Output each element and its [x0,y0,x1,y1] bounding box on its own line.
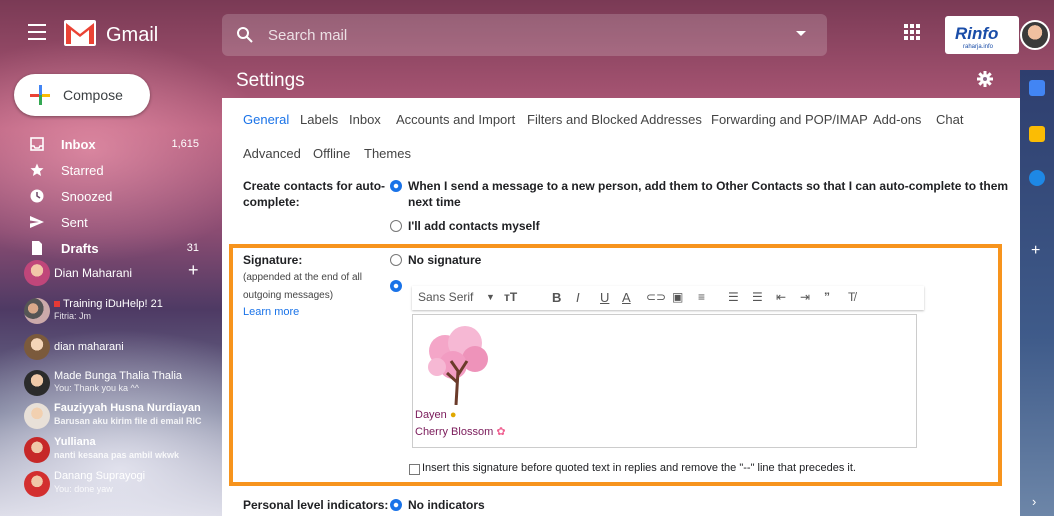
auto-add-contacts-text-2: next time [408,195,461,209]
gmail-logo-icon[interactable] [64,20,96,46]
tab-add-ons[interactable]: Add-ons [873,112,921,127]
brand-logo-subtext: raharja.info [963,44,994,50]
sidebar-item-snoozed[interactable]: Snoozed [0,184,215,210]
brand-logo[interactable]: Rinfo raharja.info [945,16,1019,54]
sidebar-item-label: Snoozed [61,189,113,204]
contact-name: Fauziyyah Husna Nurdiayan [54,402,201,414]
search-icon[interactable] [236,26,254,44]
no-indicators-text: No indicators [408,498,485,512]
list-item[interactable]: Made Bunga Thalia Thalia You: Thank you … [0,368,215,398]
personal-indicators-label: Personal level indicators: [243,498,389,512]
contact-message: Fitria: Jm [54,311,91,321]
sidebar-item-sent[interactable]: Sent [0,210,215,236]
no-indicators-radio[interactable] [390,499,402,511]
compose-label: Compose [63,87,123,103]
list-item[interactable]: Yulliana nanti kesana pas ambil wkwk [0,434,215,464]
search-options-icon[interactable] [796,31,806,36]
sidebar-item-inbox[interactable]: Inbox 1,615 [0,132,215,158]
sidebar-item-starred[interactable]: Starred [0,158,215,184]
sidebar-item-count: 31 [186,242,199,254]
sidebar-item-label: Sent [61,215,88,230]
contact-message: Barusan aku kirim file di email RIC [54,416,202,426]
list-item[interactable]: Fauziyyah Husna Nurdiayan Barusan aku ki… [0,400,215,430]
account-avatar[interactable] [1020,20,1050,50]
tab-offline[interactable]: Offline [313,146,350,161]
contacts-label-1: Create contacts for auto- [243,179,386,193]
avatar [24,471,50,497]
avatar [24,260,50,286]
clock-icon [30,189,44,203]
tab-forwarding[interactable]: Forwarding and POP/IMAP [711,112,868,127]
contact-message: nanti kesana pas ambil wkwk [54,450,180,460]
add-addon-icon[interactable]: + [1031,242,1040,260]
avatar [24,370,50,396]
add-chat-icon[interactable]: + [188,260,199,281]
apps-grid-icon[interactable] [904,24,920,40]
tab-general[interactable]: General [243,112,289,127]
inbox-icon [30,137,44,151]
side-panel: + › [1020,70,1054,516]
compose-button[interactable]: Compose [14,74,150,116]
tasks-icon[interactable] [1029,170,1045,186]
tab-labels[interactable]: Labels [300,112,338,127]
tab-themes[interactable]: Themes [364,146,411,161]
auto-add-contacts-text-1: When I send a message to a new person, a… [408,179,1009,193]
chat-user-name: Dian Maharani [54,266,133,280]
contact-name: Danang Suprayogi [54,470,146,482]
page-title: Settings [236,70,305,91]
sidebar-item-count: 1,615 [171,138,199,150]
contact-name: Yulliana [54,436,96,448]
contact-name-wrap: Training iDuHelp! 21 [54,298,163,310]
avatar [24,334,50,360]
contact-name: Made Bunga Thalia Thalia [54,370,183,382]
sidebar: Compose Inbox 1,615 Starred Snoozed Sent… [0,70,215,516]
sidebar-item-label: Drafts [61,241,99,256]
tab-accounts-and-import[interactable]: Accounts and Import [396,112,515,127]
expand-panel-icon[interactable]: › [1032,494,1036,509]
add-contacts-myself-text: I'll add contacts myself [408,219,540,233]
sidebar-item-label: Inbox [61,137,96,152]
contact-name: Training iDuHelp! 21 [63,298,163,310]
group-avatar [24,298,50,324]
auto-add-contacts-radio[interactable] [390,180,402,192]
chat-user[interactable]: Dian Maharani [0,260,215,286]
search-bar[interactable] [222,14,827,56]
brand-logo-text: Rinfo [955,24,999,43]
list-item[interactable]: Danang Suprayogi You: done yaw [0,468,215,498]
contact-name: dian maharani [54,341,124,353]
contact-message: You: done yaw [54,484,113,494]
tab-inbox[interactable]: Inbox [349,112,381,127]
list-item[interactable]: dian maharani [0,334,215,360]
star-icon [30,163,44,176]
avatar [24,437,50,463]
tab-chat[interactable]: Chat [936,112,963,127]
gear-icon[interactable] [977,71,993,87]
main-menu-icon[interactable] [28,24,46,40]
contacts-label-2: complete: [243,195,300,209]
send-icon [30,216,44,228]
keep-icon[interactable] [1029,126,1045,142]
contact-message: You: Thank you ka ^^ [54,383,140,393]
compose-plus-icon [30,85,50,105]
tab-filters[interactable]: Filters and Blocked Addresses [527,112,702,127]
sidebar-item-label: Starred [61,163,104,178]
status-dot-icon [54,301,60,307]
sidebar-item-drafts[interactable]: Drafts 31 [0,236,215,262]
add-contacts-myself-radio[interactable] [390,220,402,232]
search-input[interactable] [268,24,768,46]
calendar-icon[interactable] [1029,80,1045,96]
tab-advanced[interactable]: Advanced [243,146,301,161]
avatar [24,403,50,429]
signature-highlight-box [229,244,1002,486]
app-name[interactable]: Gmail [106,24,158,47]
draft-icon [32,241,42,255]
list-item[interactable]: Training iDuHelp! 21 Fitria: Jm [0,294,215,324]
